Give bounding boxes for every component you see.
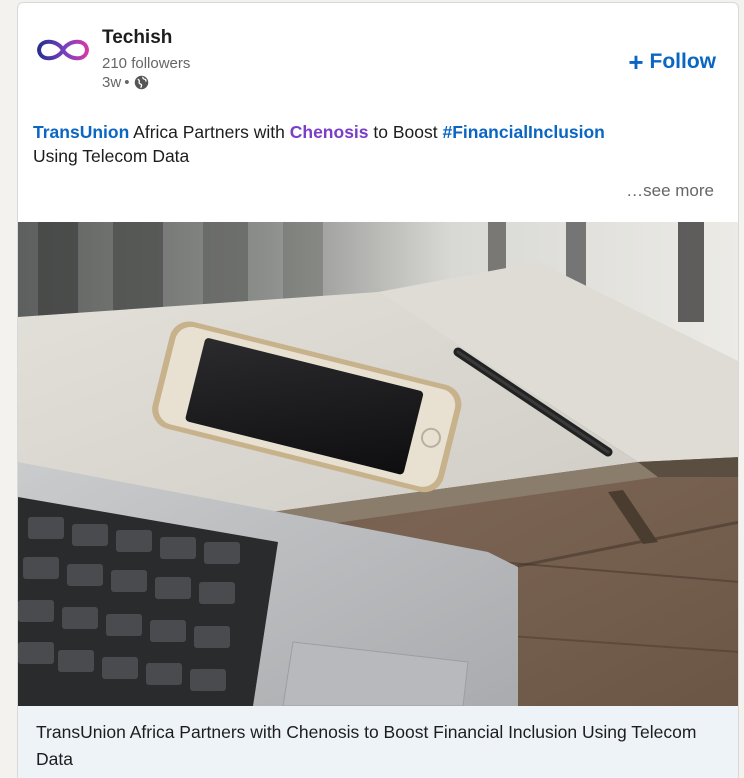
commentary-text: Using Telecom Data: [33, 146, 190, 166]
author-name[interactable]: Techish: [102, 27, 190, 49]
company-logo[interactable]: [34, 33, 92, 67]
follower-count: 210 followers: [102, 55, 191, 72]
post-meta: 3w •: [102, 73, 190, 92]
feed-page: Techish 210 followers 3w • + Follow Tran…: [0, 0, 744, 778]
actor-info[interactable]: Techish 210 followers 3w •: [102, 27, 190, 92]
follow-label: Follow: [649, 50, 717, 73]
hashtag-link[interactable]: #FinancialInclusion: [442, 122, 604, 142]
post-commentary: TransUnion Africa Partners with Chenosis…: [33, 120, 723, 168]
post-card: Techish 210 followers 3w • + Follow Tran…: [17, 2, 739, 778]
globe-icon: [135, 75, 149, 90]
see-more-button[interactable]: …see more: [626, 181, 714, 201]
commentary-text: Africa Partners with: [129, 122, 290, 142]
company-mention-link[interactable]: TransUnion: [33, 122, 129, 142]
article-image[interactable]: [18, 222, 738, 706]
post-time: 3w: [102, 74, 122, 91]
article-title[interactable]: TransUnion Africa Partners with Chenosis…: [18, 706, 738, 778]
post-header: Techish 210 followers 3w • + Follow: [18, 3, 738, 103]
follow-button[interactable]: + Follow: [628, 47, 717, 77]
meta-separator: •: [124, 74, 130, 91]
partner-mention-link[interactable]: Chenosis: [290, 122, 369, 142]
plus-icon: +: [628, 47, 644, 77]
commentary-text: to Boost: [368, 122, 443, 142]
